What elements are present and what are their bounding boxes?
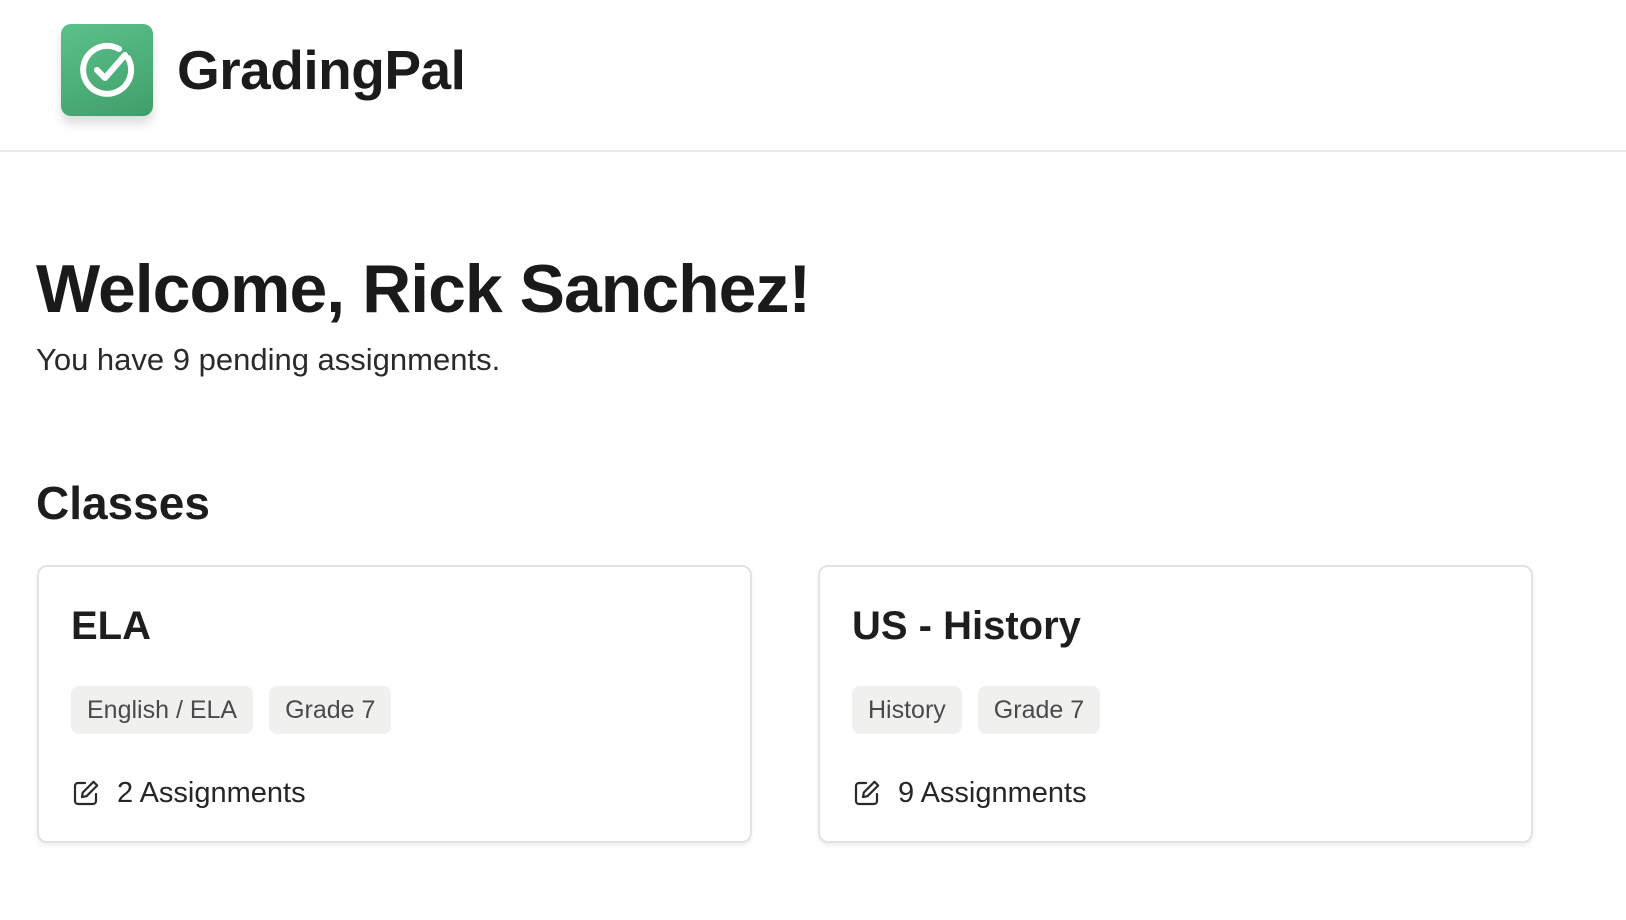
brand-logo-link[interactable]: GradingPal (61, 24, 466, 116)
edit-square-icon (852, 778, 882, 808)
grade-tag: Grade 7 (977, 686, 1101, 734)
class-card-title: ELA (71, 604, 151, 648)
welcome-heading: Welcome, Rick Sanchez! (36, 251, 811, 327)
pending-assignments-summary: You have 9 pending assignments. (36, 342, 501, 377)
classes-section-title: Classes (36, 477, 210, 529)
edit-square-icon (71, 778, 101, 808)
top-header: GradingPal (0, 0, 1626, 152)
assignment-count-row: 9 Assignments (852, 775, 1087, 811)
class-card-list: ELA English / ELA Grade 7 2 Assignments … (37, 565, 1533, 843)
assignment-count: 9 Assignments (898, 777, 1087, 809)
main-content: Welcome, Rick Sanchez! You have 9 pendin… (36, 248, 1596, 380)
class-card-us-history[interactable]: US - History History Grade 7 9 Assignmen… (818, 565, 1533, 843)
brand-name: GradingPal (177, 39, 466, 101)
grade-tag: Grade 7 (269, 686, 392, 734)
subject-tag: English / ELA (71, 686, 254, 734)
class-card-ela[interactable]: ELA English / ELA Grade 7 2 Assignments (37, 565, 752, 843)
class-tags: History Grade 7 (852, 686, 1499, 734)
class-card-title: US - History (852, 604, 1081, 648)
subject-tag: History (852, 686, 962, 734)
class-tags: English / ELA Grade 7 (71, 686, 718, 734)
assignment-count: 2 Assignments (117, 777, 306, 809)
assignment-count-row: 2 Assignments (71, 775, 306, 811)
check-circle-icon (61, 24, 153, 116)
